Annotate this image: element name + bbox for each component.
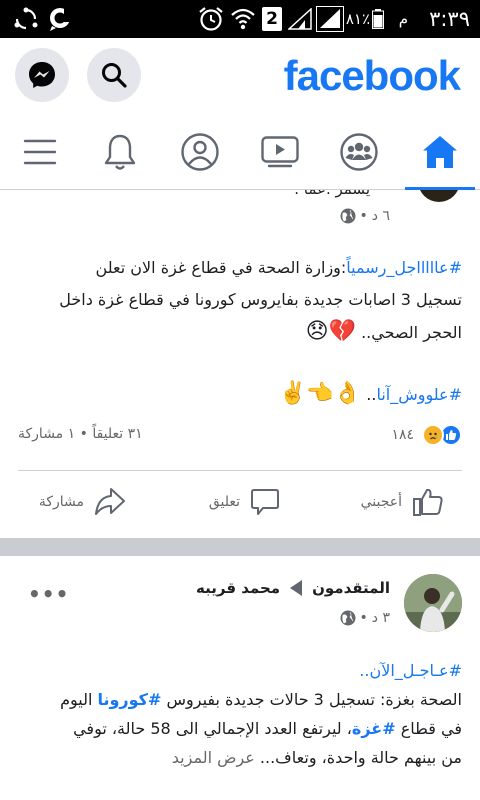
comment-button[interactable]: تعليق — [209, 480, 280, 524]
tab-profile[interactable] — [165, 114, 235, 190]
messenger-button[interactable] — [15, 48, 69, 102]
battery-icon — [372, 0, 384, 38]
sync-icon — [14, 0, 38, 38]
share-icon — [95, 488, 125, 515]
comment-icon — [251, 489, 279, 515]
post-author[interactable]: يسمر .عما . — [294, 190, 370, 198]
signal-icon — [288, 0, 312, 38]
alarm-icon — [198, 0, 224, 38]
tab-notifications[interactable] — [85, 114, 155, 190]
post-meta: ٣ د • — [340, 610, 390, 626]
globe-icon — [340, 610, 356, 626]
battery-percent: ٨١٪ — [345, 10, 370, 28]
emoji-hands: 👌👈✌️ — [279, 381, 362, 406]
news-feed[interactable]: يسمر .عما . ٦ د • #عاااااجل_رسمياً:وزارة… — [0, 190, 480, 800]
post-meta: ٦ د • — [340, 208, 390, 224]
watch-icon — [261, 136, 299, 168]
hashtag-link[interactable]: #علووش_آنا — [376, 385, 462, 404]
status-bar: ٣:٣٩ م ٨١٪ 2 — [0, 0, 480, 38]
divider — [18, 470, 462, 471]
see-more-link[interactable]: عرض المزيد — [172, 748, 255, 767]
comments-shares-count[interactable]: ٣١ تعليقاً • ١ مشاركة — [18, 426, 143, 442]
share-button[interactable]: مشاركة — [39, 480, 126, 524]
share-label: مشاركة — [38, 494, 84, 510]
triangle-arrow-icon — [290, 580, 303, 596]
post-author[interactable]: محمد قريبه — [196, 579, 280, 597]
post-text: #عـاجـل_الآن.. الصحة بغزة: تسجيل 3 حالات… — [14, 656, 462, 772]
post-text-line: الحجر الصحي.. — [361, 323, 462, 342]
sad-reaction-icon — [422, 424, 444, 446]
whatsapp-icon — [46, 0, 74, 38]
hashtag-link[interactable]: #كورونا — [97, 690, 161, 709]
more-options-button[interactable]: ••• — [28, 582, 69, 606]
post-time[interactable]: ٣ د — [372, 610, 390, 626]
tab-home[interactable] — [405, 114, 475, 190]
groups-icon — [340, 133, 378, 171]
hashtag-link[interactable]: #عـاجـل_الآن.. — [14, 656, 462, 685]
post-text-line: ، ليرتفع العدد الإجمالي الى 58 حالة، توف… — [73, 719, 352, 738]
globe-icon — [340, 208, 356, 224]
group-name[interactable]: المتقدمون — [312, 579, 390, 597]
bell-icon — [104, 134, 136, 170]
avatar[interactable] — [418, 190, 460, 202]
search-icon — [102, 63, 127, 88]
post-separator — [0, 538, 480, 556]
status-ampm: م — [398, 10, 408, 28]
post-text-line: الصحة بغزة: تسجيل 3 حالات جديدة بفيروس — [161, 690, 462, 709]
emoji-broken-heart-sad: 💔😞 — [305, 319, 356, 344]
profile-icon — [181, 133, 219, 171]
top-header: facebook — [0, 38, 480, 114]
facebook-logo[interactable]: facebook — [284, 52, 461, 100]
like-button[interactable]: أعجبني — [361, 480, 444, 524]
sim-label: 2 — [266, 9, 278, 29]
post-text-line: .. — [366, 385, 377, 404]
avatar[interactable] — [404, 574, 462, 632]
reaction-count: ١٨٤ — [391, 427, 414, 443]
post-text-line: اليوم — [60, 690, 98, 709]
post-text: #عاااااجل_رسمياً:وزارة الصحة في قطاع غزة… — [18, 252, 462, 349]
status-time: ٣:٣٩ — [429, 7, 470, 31]
signal-icon — [316, 0, 344, 38]
messenger-icon — [29, 62, 55, 88]
wifi-icon — [230, 0, 256, 38]
search-button[interactable] — [87, 48, 141, 102]
tab-menu[interactable] — [5, 114, 75, 190]
like-label: أعجبني — [360, 494, 402, 510]
hashtag-link[interactable]: #غزة — [352, 719, 396, 738]
post-header: المتقدمون محمد قريبه — [196, 578, 390, 598]
post-text-line: تسجيل 3 اصابات جديدة بفايروس كورونا في ق… — [59, 290, 462, 309]
meta-dot: • — [359, 610, 368, 626]
hashtag-link[interactable]: #عاااااجل_رسمياً — [346, 258, 462, 277]
menu-icon — [23, 139, 57, 165]
comment-label: تعليق — [208, 494, 240, 510]
nav-bar — [0, 114, 480, 190]
reaction-emojis-clipped — [400, 794, 460, 800]
post-text-line: في قطاع — [395, 719, 462, 738]
post-text-line: من بينهم حالة واحدة، وتعاف... — [259, 748, 462, 767]
post-actions: أعجبني تعليق مشاركة — [0, 480, 480, 524]
meta-dot: • — [359, 208, 368, 224]
reactions-summary[interactable]: ١٨٤ — [391, 422, 462, 448]
post-text-line: :وزارة الصحة في قطاع غزة الان تعلن — [95, 258, 347, 277]
post-time[interactable]: ٦ د — [372, 208, 390, 224]
thumbs-up-icon — [413, 488, 443, 516]
tab-groups[interactable] — [324, 114, 394, 190]
tab-watch[interactable] — [245, 114, 315, 190]
post-text: #علووش_آنا.. 👌👈✌️ — [18, 378, 462, 411]
home-icon — [423, 136, 457, 168]
